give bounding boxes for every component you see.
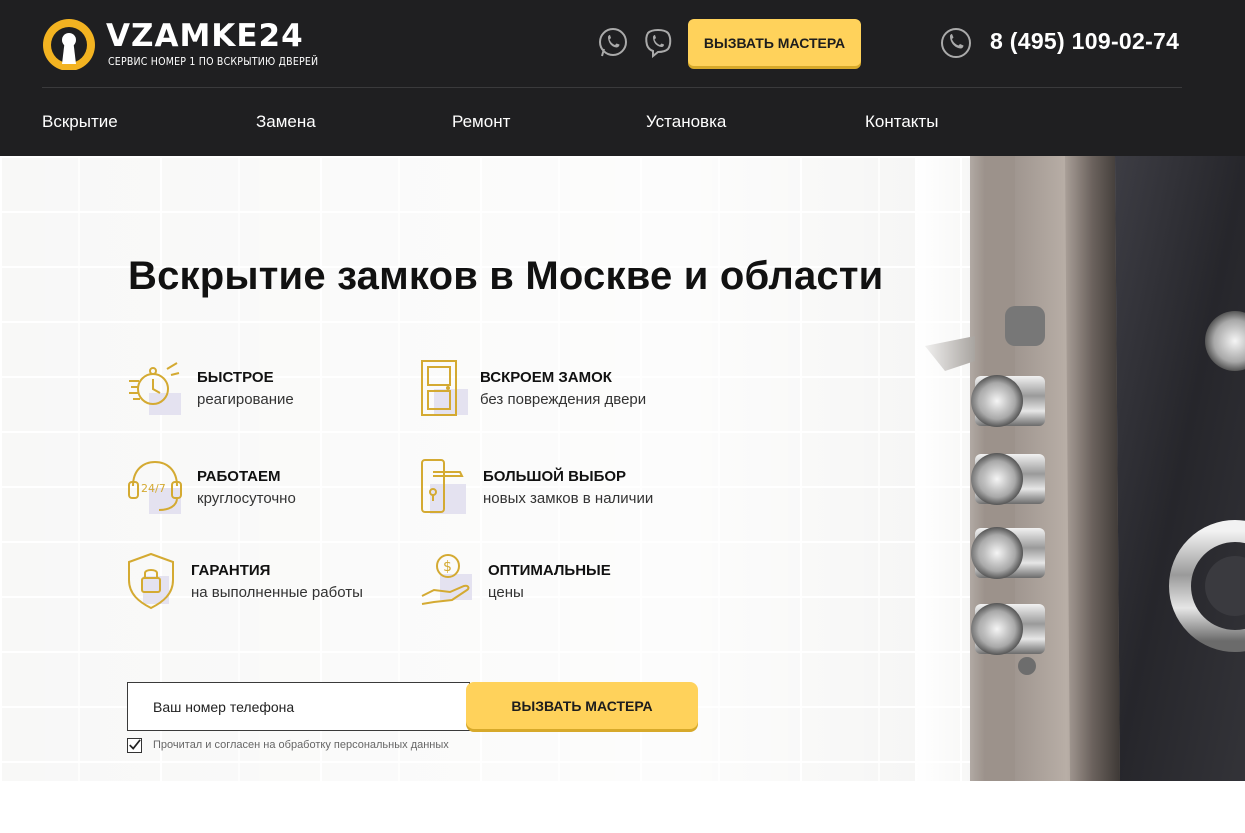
consent-checkbox[interactable] [127, 738, 142, 753]
feature-guarantee: ГАРАНТИЯ на выполненные работы [127, 552, 427, 612]
feature-subtitle: на выполненные работы [191, 584, 363, 601]
feature-big-choice: БОЛЬШОЙ ВЫБОР новых замков в наличии [420, 458, 720, 518]
header-divider [42, 87, 1182, 88]
header-phone-number[interactable]: 8 (495) 109-02-74 [990, 28, 1179, 55]
feature-subtitle: реагирование [197, 391, 294, 408]
keyhole-logo-icon [43, 19, 95, 72]
headset-24-7-icon: 24/7 [128, 460, 182, 514]
feature-title: БОЛЬШОЙ ВЫБОР [483, 468, 627, 485]
feature-title: РАБОТАЕМ [197, 468, 281, 485]
door-icon [421, 360, 468, 416]
feature-subtitle: круглосуточно [197, 490, 296, 507]
nav-item-remont[interactable]: Ремонт [452, 112, 510, 132]
hero-section: Вскрытие замков в Москве и области БЫСТР… [0, 156, 1245, 781]
feature-optimal-prices: $ ОПТИМАЛЬНЫЕ цены [420, 552, 720, 612]
clock-icon [129, 362, 181, 415]
viber-icon[interactable] [642, 27, 674, 59]
hero-title: Вскрытие замков в Москве и области [128, 254, 884, 298]
site-header: VZAMKE24 СЕРВИС НОМЕР 1 ПО ВСКРЫТИЮ ДВЕР… [0, 0, 1245, 156]
feature-title: ВСКРОЕМ ЗАМОК [480, 369, 612, 386]
feature-subtitle: без повреждения двери [480, 391, 647, 408]
call-master-button-form[interactable]: ВЫЗВАТЬ МАСТЕРА [466, 682, 698, 729]
feature-open-lock: ВСКРОЕМ ЗАМОК без повреждения двери [420, 359, 720, 419]
svg-text:$: $ [443, 559, 452, 575]
nav-item-kontakty[interactable]: Контакты [865, 112, 938, 132]
nav-item-zamena[interactable]: Замена [256, 112, 316, 132]
consent-label[interactable]: Прочитал и согласен на обработку персона… [153, 739, 449, 751]
feature-title: ГАРАНТИЯ [191, 562, 271, 579]
feature-subtitle: цены [488, 584, 524, 601]
feature-fast-response: БЫСТРОЕ реагирование [127, 359, 427, 419]
shield-lock-icon [128, 552, 174, 610]
logo-tagline: СЕРВИС НОМЕР 1 ПО ВСКРЫТИЮ ДВЕРЕЙ [108, 56, 319, 68]
feature-title: БЫСТРОЕ [197, 369, 274, 386]
feature-24-7: 24/7 РАБОТАЕМ круглосуточно [127, 458, 427, 518]
phone-number-input[interactable] [127, 682, 470, 731]
whatsapp-icon[interactable] [597, 27, 629, 59]
logo[interactable]: VZAMKE24 СЕРВИС НОМЕР 1 ПО ВСКРЫТИЮ ДВЕР… [42, 16, 322, 76]
feature-subtitle: новых замков в наличии [483, 490, 654, 507]
page-bottom [0, 781, 1245, 833]
svg-text:24/7: 24/7 [141, 482, 166, 495]
door-lock-image [915, 156, 1245, 781]
logo-wordmark: VZAMKE24 [106, 18, 304, 54]
call-master-button-header[interactable]: ВЫЗВАТЬ МАСТЕРА [688, 19, 861, 66]
phone-icon [941, 28, 971, 58]
nav-item-ustanovka[interactable]: Установка [646, 112, 726, 132]
feature-title: ОПТИМАЛЬНЫЕ [488, 562, 611, 579]
coin-hand-icon: $ [421, 554, 472, 605]
nav-item-vskrytie[interactable]: Вскрытие [42, 112, 118, 132]
door-handle-icon [421, 459, 466, 514]
